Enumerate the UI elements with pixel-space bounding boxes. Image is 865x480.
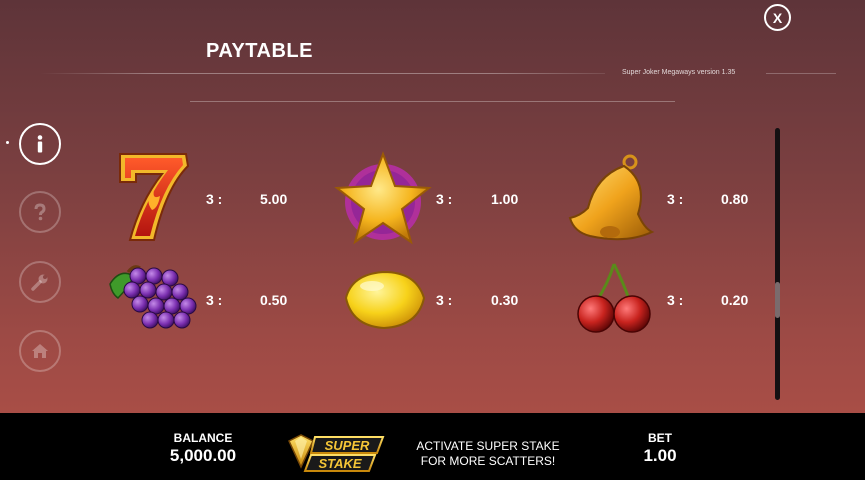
symbol-cherry-payout: 0.20 — [721, 292, 749, 308]
symbol-grapes-payout: 0.50 — [260, 292, 288, 308]
header-divider-right — [766, 73, 836, 74]
super-stake-button[interactable]: SUPER STAKE — [287, 433, 397, 478]
symbol-grapes-count: 3 : — [206, 292, 223, 308]
symbol-lemon-count: 3 : — [436, 292, 453, 308]
promo-line-2: FOR MORE SCATTERS! — [420, 454, 556, 468]
lemon-icon — [344, 270, 426, 330]
super-stake-promo: ACTIVATE SUPER STAKE FOR MORE SCATTERS! — [403, 439, 573, 469]
footer-bar: BALANCE 5,000.00 SUPER STAKE ACTIVATE SU… — [0, 413, 865, 480]
bet-value[interactable]: 1.00 — [630, 446, 690, 466]
question-icon — [34, 203, 46, 221]
scrollbar-thumb[interactable] — [775, 282, 780, 318]
bell-icon — [568, 154, 655, 241]
paytable-title: PAYTABLE — [206, 40, 313, 62]
promo-line-1: ACTIVATE SUPER STAKE — [416, 439, 560, 453]
header-divider — [40, 73, 605, 74]
menu-help-button[interactable] — [19, 191, 61, 233]
menu-info-button[interactable] — [19, 123, 61, 165]
symbol-bell-payout: 0.80 — [721, 191, 749, 207]
symbol-star-payout: 1.00 — [491, 191, 519, 207]
version-text: Super Joker Megaways version 1.35 — [622, 69, 736, 76]
side-indicator-dot — [6, 141, 9, 144]
super-stake-logo-top: SUPER — [325, 438, 370, 453]
info-icon — [37, 135, 43, 153]
menu-home-button[interactable] — [19, 330, 61, 372]
balance-label: BALANCE — [173, 431, 233, 445]
symbol-star-count: 3 : — [436, 191, 453, 207]
bet-label: BET — [648, 431, 672, 445]
menu-settings-button[interactable] — [19, 261, 61, 303]
grapes-icon — [109, 265, 197, 329]
scrollbar-track[interactable] — [775, 128, 780, 400]
symbol-cherry-count: 3 : — [667, 292, 684, 308]
symbol-bell-count: 3 : — [667, 191, 684, 207]
star-icon — [334, 151, 432, 245]
seven-icon — [119, 153, 190, 241]
balance-value: 5,000.00 — [169, 446, 237, 465]
symbol-lemon-payout: 0.30 — [491, 292, 519, 308]
home-icon — [32, 344, 48, 358]
super-stake-logo-bottom: STAKE — [318, 456, 361, 471]
symbol-seven-count: 3 : — [206, 191, 223, 207]
super-stake-logo-icon: SUPER STAKE — [288, 434, 385, 472]
section-divider — [190, 101, 675, 102]
close-button[interactable]: X — [764, 4, 791, 31]
wrench-icon — [31, 274, 48, 291]
cherry-icon — [577, 263, 651, 333]
symbol-seven-payout: 5.00 — [260, 191, 288, 207]
